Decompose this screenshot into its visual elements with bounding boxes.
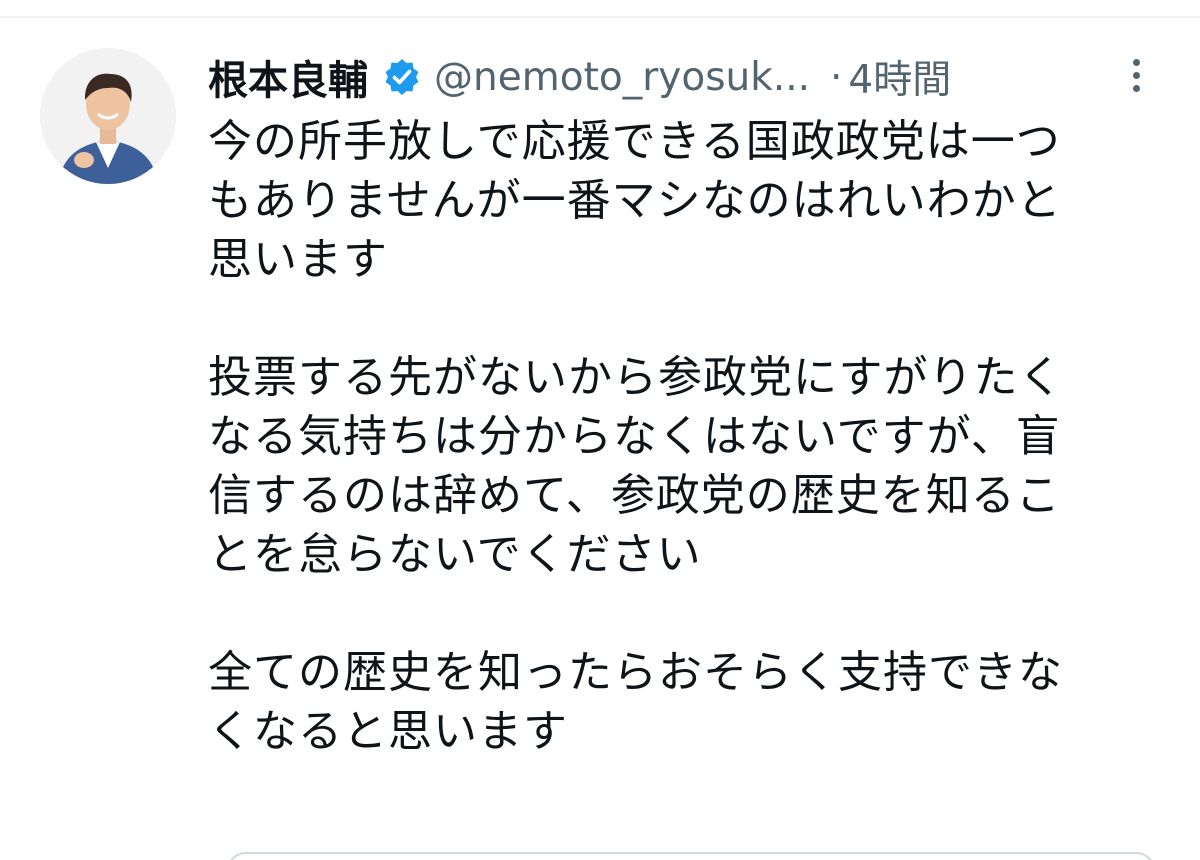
avatar[interactable] bbox=[40, 48, 176, 184]
more-dot bbox=[1132, 71, 1140, 79]
tweet-header: 根本良輔 @nemoto_ryosuk... · 4時間 bbox=[208, 46, 1178, 108]
user-handle[interactable]: @nemoto_ryosuk... bbox=[434, 55, 810, 100]
more-dot bbox=[1132, 84, 1140, 92]
tweet-line: 今の所手放しで応援できる国政政党は一つ bbox=[208, 116, 1061, 167]
verified-badge-icon bbox=[382, 57, 422, 97]
tweet-line: 全ての歴史を知ったらおそらく支持できな bbox=[208, 647, 1063, 698]
tweet-line: 思います bbox=[208, 234, 388, 285]
tweet-line: とを怠らないでください bbox=[208, 529, 702, 580]
top-divider bbox=[0, 16, 1200, 18]
tweet-text: 今の所手放しで応援できる国政政党は一つ もありませんが一番マシなのはれいわかと … bbox=[208, 112, 1183, 761]
tweet-line: 信するのは辞めて、参政党の歴史を知るこ bbox=[208, 470, 1061, 521]
display-name[interactable]: 根本良輔 bbox=[208, 48, 368, 106]
separator-dot: · bbox=[830, 54, 843, 100]
avatar-photo bbox=[40, 48, 176, 184]
quoted-card-edge[interactable] bbox=[226, 852, 1156, 860]
tweet-line: くなると思います bbox=[208, 706, 568, 757]
tweet-line: 投票する先がないから参政党にすがりたく bbox=[208, 352, 1064, 403]
tweet-line: なる気持ちは分からなくはないですが、盲 bbox=[208, 411, 1061, 462]
more-vertical-icon[interactable] bbox=[1116, 50, 1156, 100]
tweet-line: もありませんが一番マシなのはれいわかと bbox=[208, 175, 1062, 226]
more-dot bbox=[1132, 58, 1140, 66]
timestamp[interactable]: 4時間 bbox=[848, 49, 951, 105]
